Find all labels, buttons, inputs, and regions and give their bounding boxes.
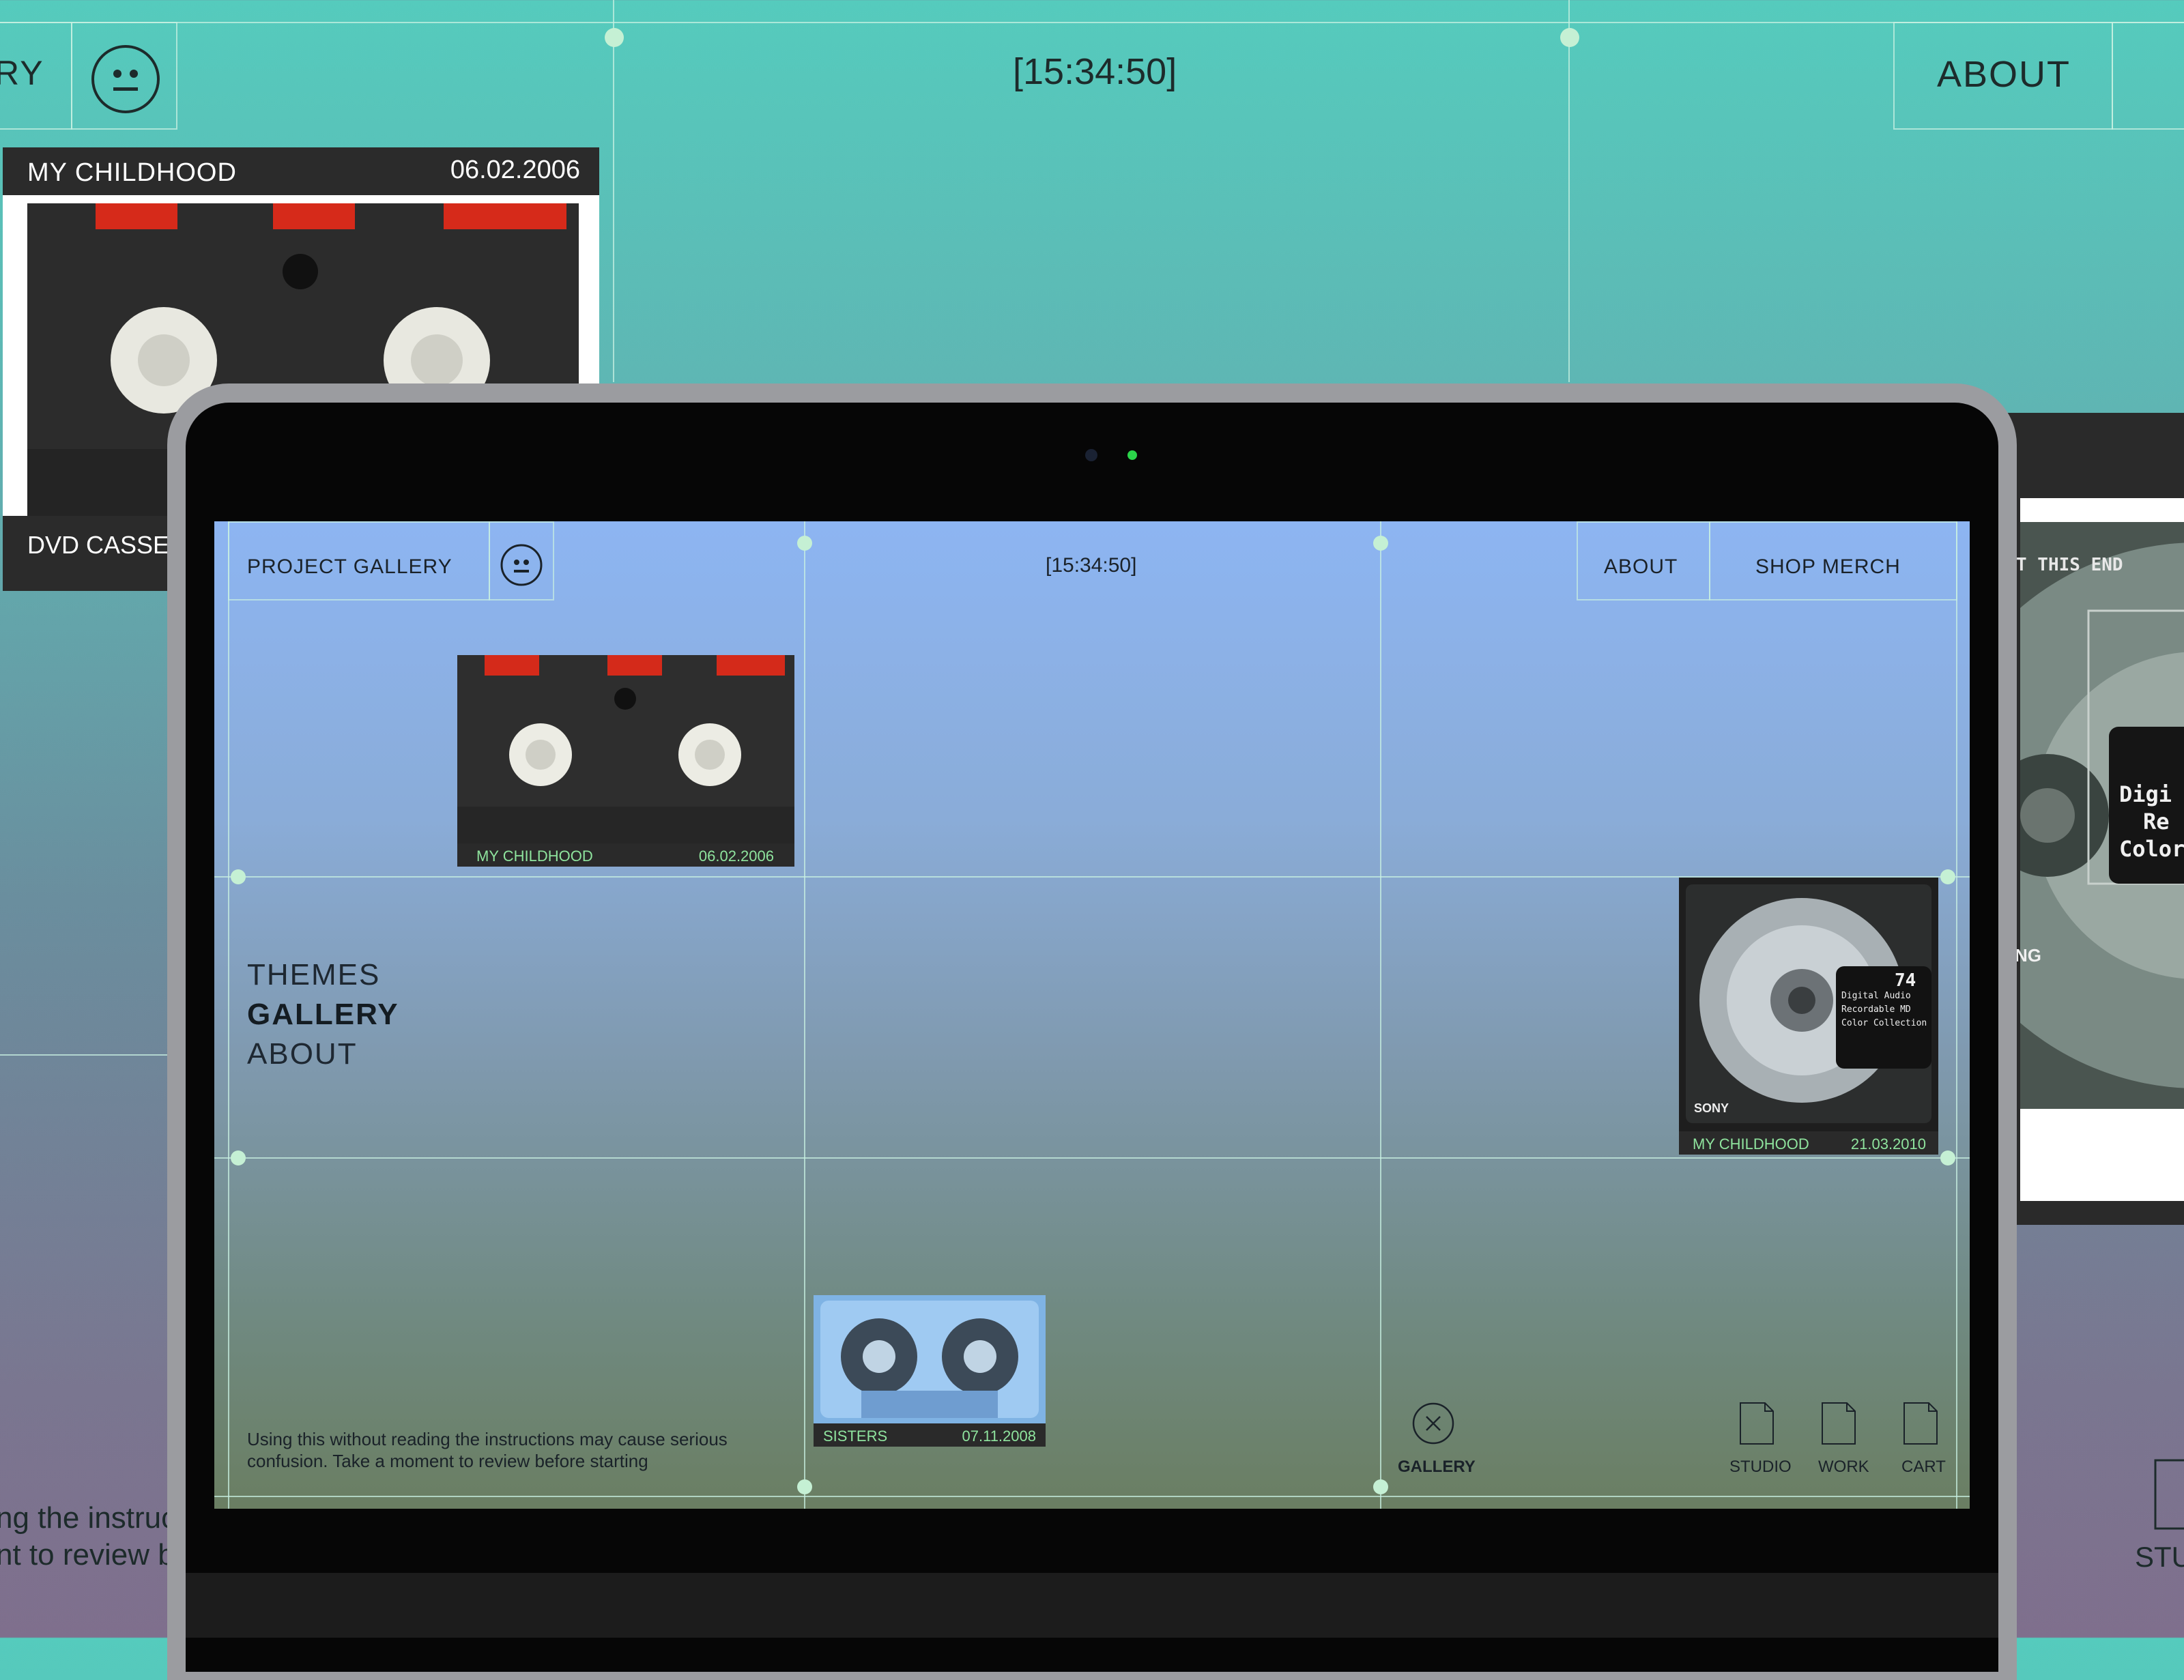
bg-card-footer-label: DVD CASSET <box>27 531 185 559</box>
face-button[interactable] <box>489 521 554 600</box>
bg-nav-label: RY <box>0 54 44 92</box>
audio-cassette-image <box>814 1295 1046 1423</box>
item-caption: SISTERS 07.11.2008 <box>814 1423 1046 1447</box>
studio-label: STUDIO <box>1729 1458 1792 1476</box>
instructions-line: confusion. Take a moment to review befor… <box>247 1451 648 1471</box>
bg-nav-cell[interactable] <box>2112 22 2184 130</box>
gallery-label: GALLERY <box>1398 1458 1476 1476</box>
item-title: MY CHILDHOOD <box>476 848 593 865</box>
laptop-screen: PROJECT GALLERY [15:34:50] ABOUT SHOP ME… <box>214 521 1970 1509</box>
bg-about-label: ABOUT <box>1937 54 2071 95</box>
camera-led <box>1127 450 1137 460</box>
item-caption: MY CHILDHOOD 21.03.2010 <box>1679 1131 1938 1155</box>
bg-studio-label[interactable]: STU <box>2135 1541 2184 1574</box>
item-date: 07.11.2008 <box>962 1428 1036 1445</box>
grid-node <box>1940 869 1955 884</box>
grid-line <box>214 1157 1970 1159</box>
page-title: PROJECT GALLERY <box>247 555 452 578</box>
grid-node <box>797 1479 812 1494</box>
bg-card-header: MY CHILDHOOD 06.02.2006 <box>3 147 599 195</box>
work-label: WORK <box>1818 1458 1869 1476</box>
document-icon <box>2154 1459 2184 1530</box>
bg-disc-label-line: Color <box>2119 836 2184 862</box>
project-gallery-link[interactable]: PROJECT GALLERY <box>228 521 490 600</box>
bg-disc-brand: NG <box>2015 945 2041 966</box>
neutral-face-icon <box>500 544 543 586</box>
grid-line <box>1380 521 1381 1509</box>
grid-node <box>1560 28 1579 47</box>
grid-node <box>1373 536 1388 551</box>
gallery-item-vhs[interactable]: MY CHILDHOOD 06.02.2006 <box>457 655 794 867</box>
studio-button[interactable]: STUDIO <box>1719 1402 1794 1477</box>
grid-line <box>613 0 614 382</box>
bg-disc-label-line: Re <box>2143 809 2170 835</box>
minidisc-label-line: Digital Audio <box>1841 991 1911 1001</box>
item-caption: MY CHILDHOOD 06.02.2006 <box>457 843 794 867</box>
bg-nav-cell[interactable]: RY <box>0 22 72 130</box>
document-icon <box>1903 1402 1938 1445</box>
gallery-close-button[interactable]: GALLERY <box>1392 1402 1476 1477</box>
menu-item-gallery[interactable]: GALLERY <box>247 998 399 1032</box>
bg-disc-label-top: T THIS END <box>2016 555 2123 575</box>
bg-instructions-line: ng the instruc <box>0 1501 177 1535</box>
cart-button[interactable]: CART <box>1885 1402 1953 1477</box>
instructions-line: Using this without reading the instructi… <box>247 1429 728 1449</box>
minidisc-label-line: Color Collection <box>1841 1018 1927 1028</box>
clock: [15:34:50] <box>1046 554 1137 577</box>
grid-line <box>0 22 2184 23</box>
minidisc-brand: SONY <box>1694 1101 1729 1115</box>
grid-line <box>1956 521 1957 1509</box>
cart-label: CART <box>1901 1458 1946 1476</box>
about-label: ABOUT <box>1604 555 1678 578</box>
camera-lens <box>1085 449 1097 461</box>
item-date: 21.03.2010 <box>1850 1135 1926 1153</box>
bg-instructions-line: nt to review b <box>0 1538 175 1572</box>
grid-line <box>1568 0 1570 382</box>
close-icon <box>1412 1402 1454 1445</box>
grid-node <box>231 869 246 884</box>
grid-line <box>228 521 229 1509</box>
neutral-face-icon <box>91 45 160 113</box>
menu-item-themes[interactable]: THEMES <box>247 958 380 992</box>
item-date: 06.02.2006 <box>698 848 774 865</box>
item-title: MY CHILDHOOD <box>1693 1135 1809 1153</box>
document-icon <box>1822 1402 1856 1445</box>
minidisc-capacity: 74 <box>1895 970 1916 991</box>
document-icon <box>1740 1402 1774 1445</box>
grid-node <box>1940 1150 1955 1165</box>
grid-line <box>804 521 805 1509</box>
bg-disc-label-line: Digi <box>2119 781 2172 807</box>
grid-line <box>214 1496 1970 1497</box>
menu-item-about[interactable]: ABOUT <box>247 1037 358 1071</box>
gallery-item-cassette[interactable]: SISTERS 07.11.2008 <box>814 1295 1046 1447</box>
item-title: SISTERS <box>823 1428 888 1445</box>
laptop-chin <box>186 1573 1998 1638</box>
shop-merch-link[interactable]: SHOP MERCH <box>1709 521 1957 600</box>
shop-merch-label: SHOP MERCH <box>1755 555 1901 578</box>
bg-detail-panel: T THIS END Digi Re Color NG <box>2007 413 2184 1225</box>
bg-card-date: 06.02.2006 <box>450 156 580 184</box>
bg-card-title: MY CHILDHOOD <box>27 158 237 187</box>
grid-node <box>231 1150 246 1165</box>
vhs-cassette-image <box>457 655 794 843</box>
bg-about-link[interactable]: ABOUT <box>1893 22 2113 130</box>
work-button[interactable]: WORK <box>1805 1402 1873 1477</box>
minidisc-label-line: Recordable MD <box>1841 1004 1911 1015</box>
gallery-item-minidisc[interactable]: 74 Digital Audio Recordable MD Color Col… <box>1679 878 1938 1155</box>
grid-line <box>0 1054 171 1056</box>
about-link[interactable]: ABOUT <box>1577 521 1710 600</box>
bg-face-button[interactable] <box>71 22 177 130</box>
grid-node <box>1373 1479 1388 1494</box>
grid-node <box>797 536 812 551</box>
bg-clock: [15:34:50] <box>1013 51 1177 92</box>
grid-node <box>605 28 624 47</box>
